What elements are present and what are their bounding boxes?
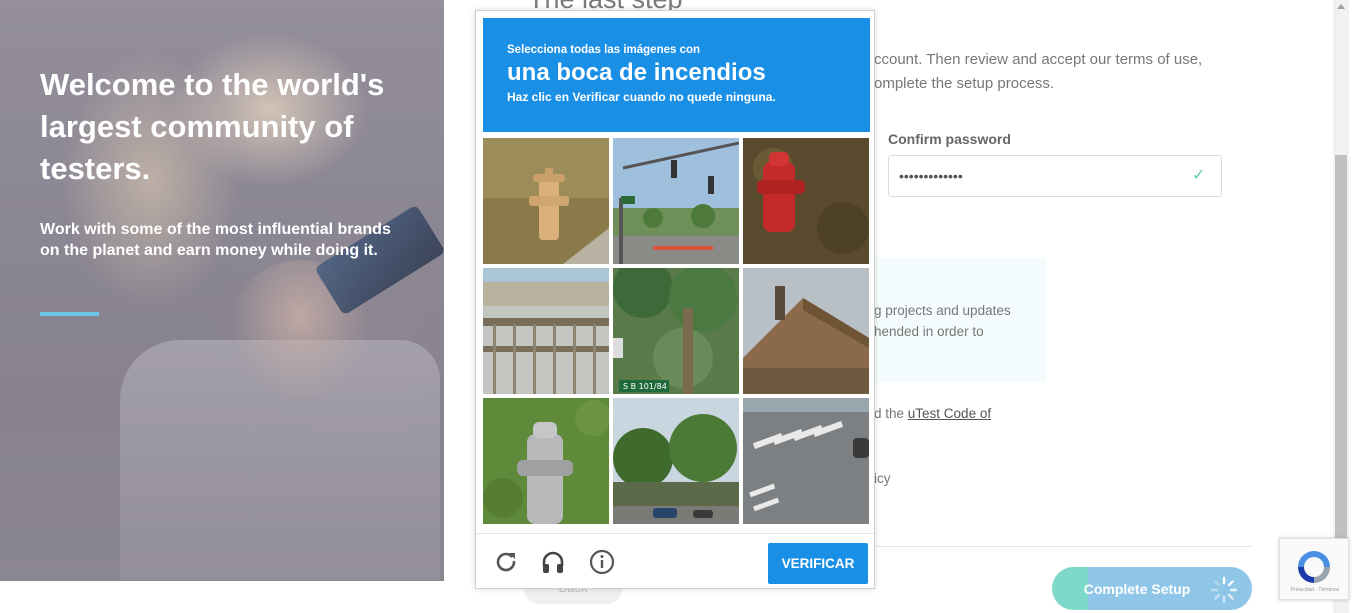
recaptcha-badge[interactable]: Privacidad - Términos — [1279, 538, 1349, 600]
intro-text: ccount. Then review and accept our terms… — [874, 51, 1203, 92]
hero-accent-line — [40, 312, 99, 316]
info-text: g projects and updates hended in order t… — [874, 303, 1011, 339]
privacy-policy-link[interactable]: icy — [874, 471, 891, 486]
code-of-conduct-prefix: d the — [874, 406, 908, 421]
complete-setup-label: Complete Setup — [1083, 580, 1191, 597]
divider — [876, 546, 1252, 547]
image-tile-9[interactable] — [743, 398, 869, 524]
recaptcha-challenge: Selecciona todas las imágenes con una bo… — [475, 10, 875, 589]
confirm-password-field[interactable]: ••••••••••••• — [888, 155, 1222, 197]
spinner-icon — [1210, 576, 1238, 604]
code-of-conduct-text: d the uTest Code of — [874, 406, 991, 421]
image-tile-1[interactable] — [483, 138, 609, 264]
confirm-password-label: Confirm password — [888, 131, 1011, 147]
image-tile-2[interactable] — [613, 138, 739, 264]
audio-headphones-icon[interactable] — [539, 548, 567, 576]
image-tile-7[interactable] — [483, 398, 609, 524]
hero-title: Welcome to the world's largest community… — [40, 67, 385, 186]
hero-subtitle: Work with some of the most influential b… — [40, 221, 391, 259]
challenge-header: Selecciona todas las imágenes con una bo… — [483, 18, 870, 132]
image-tile-6[interactable] — [743, 268, 869, 394]
code-of-conduct-link[interactable]: uTest Code of — [908, 406, 991, 421]
challenge-hint: Haz clic en Verificar cuando no quede ni… — [507, 90, 776, 104]
challenge-instruction: Selecciona todas las imágenes con — [507, 44, 701, 56]
page-root: Welcome to the world's largest community… — [0, 0, 1366, 613]
challenge-target: una boca de incendios — [507, 59, 766, 86]
challenge-footer: VERIFICAR — [476, 533, 874, 589]
image-grid: S B 101/84 — [483, 138, 870, 525]
recaptcha-terms[interactable]: Privacidad - Términos — [1284, 587, 1346, 593]
image-tile-4[interactable] — [483, 268, 609, 394]
image-tile-8[interactable] — [613, 398, 739, 524]
info-icon[interactable] — [588, 548, 616, 576]
scroll-up-arrow-icon[interactable] — [1337, 4, 1345, 9]
hero-panel: Welcome to the world's largest community… — [0, 0, 446, 581]
verify-button[interactable]: VERIFICAR — [768, 543, 868, 584]
scrollbar-thumb[interactable] — [1335, 155, 1347, 540]
image-tile-5[interactable]: S B 101/84 — [613, 268, 739, 394]
recaptcha-logo-icon — [1298, 551, 1330, 583]
reload-icon[interactable] — [492, 548, 520, 576]
street-sign-text: S B 101/84 — [623, 382, 667, 391]
check-icon: ✓ — [1192, 167, 1206, 184]
image-tile-3[interactable] — [743, 138, 869, 264]
